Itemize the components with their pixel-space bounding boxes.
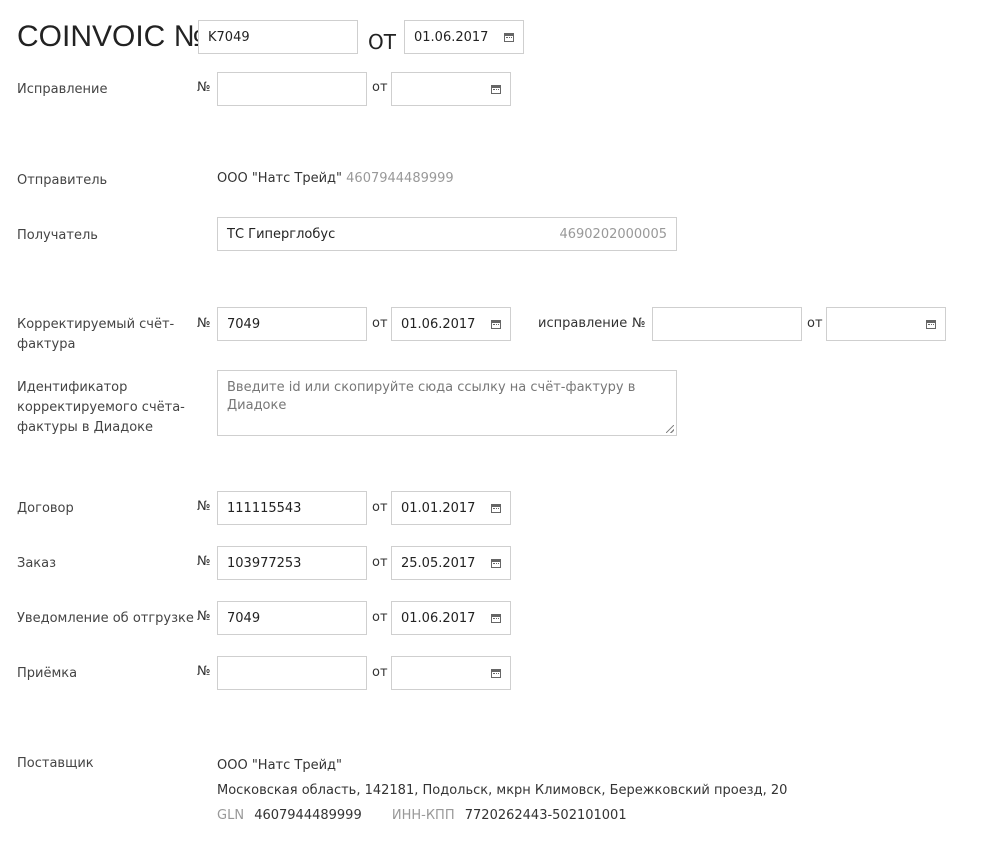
- invoice-date-input[interactable]: 01.06.2017: [404, 20, 524, 54]
- shipment-notice-number-input[interactable]: 7049: [217, 601, 367, 635]
- acceptance-label: Приёмка: [17, 666, 78, 681]
- contract-number-value: 111115543: [227, 500, 302, 516]
- invoice-number-value: K7049: [208, 29, 250, 45]
- sender-label: Отправитель: [17, 173, 108, 188]
- acceptance-number-prefix: №: [197, 664, 211, 679]
- correction-date-input[interactable]: [391, 72, 511, 106]
- calendar-icon[interactable]: [504, 32, 514, 42]
- calendar-icon[interactable]: [926, 319, 936, 329]
- sender-value: ООО "Натс Трейд" 4607944489999: [217, 171, 454, 186]
- shipment-notice-date-input[interactable]: 01.06.2017: [391, 601, 511, 635]
- identifier-label-line1: Идентификатор: [17, 380, 128, 395]
- supplier-gln-value: 4607944489999: [254, 808, 362, 823]
- supplier-ids: GLN 4607944489999 ИНН-КПП 7720262443-502…: [217, 808, 627, 823]
- identifier-label-line2: корректируемого счёта-: [17, 400, 185, 415]
- calendar-icon[interactable]: [491, 668, 501, 678]
- supplier-gln-label: GLN: [217, 808, 245, 823]
- corrected-invoice-number-value: 7049: [227, 316, 261, 332]
- corrected-invoice-number-prefix: №: [197, 316, 211, 331]
- shipment-notice-label: Уведомление об отгрузке: [17, 611, 194, 626]
- shipment-notice-number-prefix: №: [197, 609, 211, 624]
- shipment-notice-number-value: 7049: [227, 610, 261, 626]
- contract-date-input[interactable]: 01.01.2017: [391, 491, 511, 525]
- identifier-label: Идентификатор корректируемого счёта- фак…: [17, 378, 185, 438]
- order-number-prefix: №: [197, 554, 211, 569]
- corrected-invoice-number-input[interactable]: 7049: [217, 307, 367, 341]
- resize-handle-icon[interactable]: [666, 425, 674, 433]
- recipient-label: Получатель: [17, 228, 98, 243]
- order-ot-label: от: [372, 555, 388, 570]
- invoice-number-input[interactable]: K7049: [198, 20, 358, 54]
- order-number-input[interactable]: 103977253: [217, 546, 367, 580]
- recipient-gln: 4690202000005: [559, 226, 667, 242]
- corrected-invoice-correction-ot-label: от: [807, 316, 823, 331]
- corrected-invoice-ot-label: от: [372, 316, 388, 331]
- shipment-notice-date-value: 01.06.2017: [401, 610, 476, 626]
- invoice-date-value: 01.06.2017: [414, 29, 489, 45]
- corrected-invoice-correction-label: исправление: [538, 316, 628, 331]
- correction-ot-label: от: [372, 80, 388, 95]
- calendar-icon[interactable]: [491, 613, 501, 623]
- contract-number-input[interactable]: 111115543: [217, 491, 367, 525]
- identifier-label-line3: фактуры в Диадоке: [17, 420, 154, 435]
- corrected-invoice-correction-number-input[interactable]: [652, 307, 802, 341]
- acceptance-number-input[interactable]: [217, 656, 367, 690]
- supplier-label: Поставщик: [17, 756, 94, 771]
- contract-ot-label: от: [372, 500, 388, 515]
- recipient-select[interactable]: ТС Гиперглобус 4690202000005: [217, 217, 677, 251]
- corrected-invoice-date-value: 01.06.2017: [401, 316, 476, 332]
- date-separator-label: ОТ: [368, 30, 396, 54]
- supplier-inn-kpp-value: 7720262443-502101001: [464, 808, 627, 823]
- calendar-icon[interactable]: [491, 503, 501, 513]
- supplier-address: Московская область, 142181, Подольск, мк…: [217, 783, 788, 798]
- identifier-textarea[interactable]: Введите id или скопируйте сюда ссылку на…: [217, 370, 677, 436]
- shipment-notice-ot-label: от: [372, 610, 388, 625]
- corrected-invoice-label-line1: Корректируемый счёт-: [17, 317, 175, 332]
- calendar-icon[interactable]: [491, 84, 501, 94]
- sender-name: ООО "Натс Трейд": [217, 171, 343, 186]
- calendar-icon[interactable]: [491, 319, 501, 329]
- correction-number-input[interactable]: [217, 72, 367, 106]
- page-title: COINVOIC №: [17, 20, 206, 53]
- calendar-icon[interactable]: [491, 558, 501, 568]
- sender-gln: 4607944489999: [346, 171, 454, 186]
- order-number-value: 103977253: [227, 555, 302, 571]
- order-date-value: 25.05.2017: [401, 555, 476, 571]
- corrected-invoice-correction-date-input[interactable]: [826, 307, 946, 341]
- identifier-placeholder: Введите id или скопируйте сюда ссылку на…: [227, 380, 636, 413]
- order-date-input[interactable]: 25.05.2017: [391, 546, 511, 580]
- contract-date-value: 01.01.2017: [401, 500, 476, 516]
- corrected-invoice-date-input[interactable]: 01.06.2017: [391, 307, 511, 341]
- corrected-invoice-correction-number-prefix: №: [632, 316, 646, 331]
- contract-label: Договор: [17, 501, 74, 516]
- corrected-invoice-label: Корректируемый счёт- фактура: [17, 315, 174, 355]
- order-label: Заказ: [17, 556, 57, 571]
- acceptance-date-input[interactable]: [391, 656, 511, 690]
- recipient-name: ТС Гиперглобус: [227, 226, 336, 242]
- correction-label: Исправление: [17, 82, 108, 97]
- corrected-invoice-label-line2: фактура: [17, 337, 76, 352]
- supplier-name: ООО "Натс Трейд": [217, 758, 343, 773]
- correction-number-prefix: №: [197, 80, 211, 95]
- supplier-inn-kpp-label: ИНН-КПП: [391, 808, 455, 823]
- contract-number-prefix: №: [197, 499, 211, 514]
- acceptance-ot-label: от: [372, 665, 388, 680]
